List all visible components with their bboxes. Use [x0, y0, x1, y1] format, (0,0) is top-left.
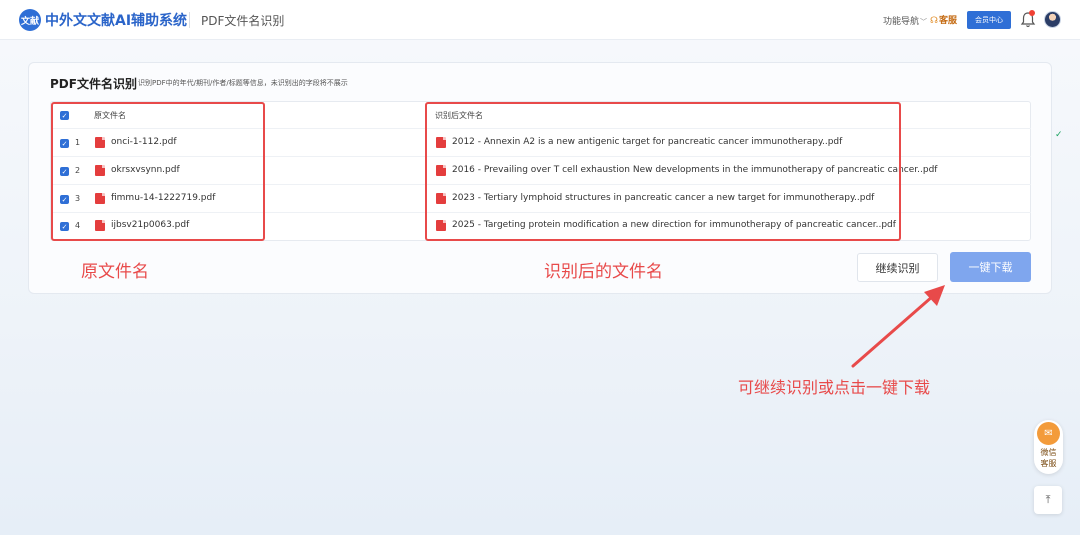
user-avatar[interactable]: [1044, 11, 1061, 28]
notification-dot: [1029, 10, 1035, 16]
customer-service-link[interactable]: ☊客服: [930, 13, 957, 26]
panel-subtitle: 识别PDF中的年代/期刊/作者/标题等信息，未识别出的字段将不展示: [138, 79, 348, 87]
back-to-top-button[interactable]: ⤒: [1034, 486, 1062, 514]
headset-icon: ☊: [930, 16, 938, 26]
wechat-service-label: 微信客服: [1040, 448, 1057, 468]
customer-service-label: 客服: [939, 16, 958, 26]
continue-recognition-button[interactable]: 继续识别: [857, 253, 938, 282]
one-click-download-button[interactable]: 一键下载: [950, 252, 1031, 282]
wechat-icon: ✉: [1037, 422, 1060, 445]
page-name: PDF文件名识别: [201, 14, 285, 28]
panel-title: PDF文件名识别: [50, 77, 137, 91]
checkmark-icon[interactable]: ✓: [1055, 130, 1069, 144]
app-title[interactable]: 中外文文献AI辅助系统: [45, 10, 187, 30]
member-center-button[interactable]: 会员中心: [967, 11, 1011, 29]
renamed-column-highlight: [425, 102, 901, 241]
renamed-annotation: 识别后的文件名: [544, 262, 663, 282]
header-divider: [189, 12, 190, 28]
app-logo[interactable]: 文献: [19, 9, 41, 31]
original-annotation: 原文件名: [81, 262, 149, 282]
nav-menu-dropdown[interactable]: 功能导航﹀: [883, 14, 927, 27]
nav-menu-label: 功能导航: [883, 17, 920, 27]
chevron-down-icon: ﹀: [920, 18, 928, 26]
arrow-up-icon: ⤒: [1045, 493, 1051, 506]
hint-annotation: 可继续识别或点击一键下载: [738, 378, 931, 397]
original-column-highlight: [51, 102, 265, 241]
